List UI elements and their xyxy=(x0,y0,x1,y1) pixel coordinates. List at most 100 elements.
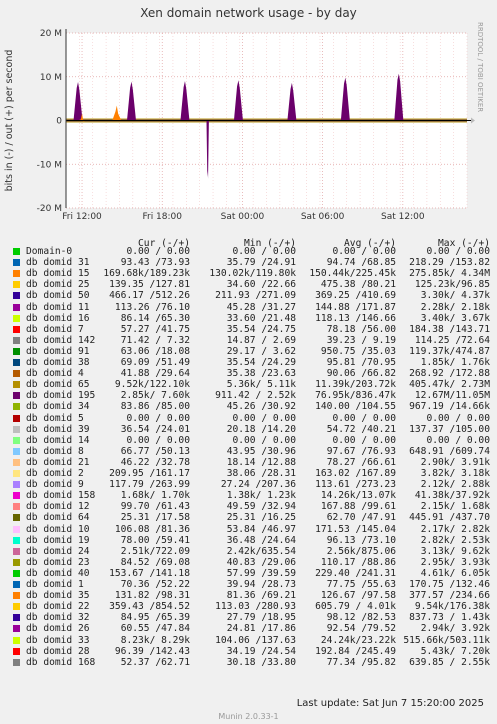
legend-cur: 83.86 /85.00 xyxy=(120,401,190,413)
legend-row: db domid 24 2.51k/722.09 2.42k/635.54 2.56k… xyxy=(0,546,497,557)
legend-row: db domid 5 0.00 / 0.00 0.00 / 0.00 0.00 / 0… xyxy=(0,413,497,424)
legend-avg: 171.53 /145.04 xyxy=(315,523,396,535)
legend-max: 2.12k/ 2.88k xyxy=(420,479,490,491)
legend-min: 29.17 / 3.62 xyxy=(226,345,296,357)
legend-max: 4.61k/ 6.05k xyxy=(420,567,490,579)
legend-row: db domid 65 9.52k/122.10k 5.36k/ 5.11k 11.3… xyxy=(0,379,497,390)
legend-cur: 117.79 /263.99 xyxy=(109,479,190,491)
rrdtool-credit: RRDTOOL / TOBI OETIKER xyxy=(468,20,496,220)
legend-min: 39.94 /28.73 xyxy=(226,579,296,590)
legend-avg: 605.79 / 4.01k xyxy=(315,601,396,613)
legend-row: db domid 195 2.85k/ 7.60k 911.42 / 2.52k 76… xyxy=(0,390,497,401)
legend-min: 20.18 /14.20 xyxy=(226,423,296,435)
legend-min: 27.24 /207.36 xyxy=(220,479,296,491)
legend-avg: 150.44k/225.45k xyxy=(309,268,396,280)
legend-avg: 192.84 /245.49 xyxy=(315,645,396,657)
legend-row: db domid 21 46.22 /32.78 18.14 /12.88 78.27… xyxy=(0,457,497,468)
legend-avg: 167.88 /99.61 xyxy=(320,501,396,513)
legend-min: 0.00 / 0.00 xyxy=(232,246,296,257)
legend-min: 2.42k/635.54 xyxy=(226,545,296,557)
legend-cur: 60.55 /47.84 xyxy=(120,623,190,635)
legend-row: db domid 14 0.00 / 0.00 0.00 / 0.00 0.00 / … xyxy=(0,435,497,446)
legend-cur: 41.88 /29.64 xyxy=(120,368,190,380)
legend-max: 639.85 / 2.55k xyxy=(409,656,490,668)
legend-avg: 62.70 /47.91 xyxy=(326,512,396,524)
legend-min: 45.26 /30.92 xyxy=(226,401,296,413)
legend-row: db domid 15 169.68k/189.23k 130.02k/119.80… xyxy=(0,268,497,279)
y-tick-label: -20 M xyxy=(37,204,62,214)
legend-max: 12.67M/11.05M xyxy=(414,390,490,402)
legend-max: 2.94k/ 3.92k xyxy=(420,623,490,635)
legend-min: 38.06 /28.31 xyxy=(226,468,296,479)
legend-min: 14.87 / 2.69 xyxy=(226,334,296,346)
legend-row: db domid 12 99.70 /61.43 49.59 /32.94 167.8… xyxy=(0,501,497,512)
legend-swatch xyxy=(13,347,20,355)
legend-avg: 14.26k/13.07k xyxy=(320,490,396,502)
legend-cur: 84.52 /69.08 xyxy=(120,556,190,568)
legend-cur: 209.95 /161.17 xyxy=(109,468,190,479)
legend-min: 49.59 /32.94 xyxy=(226,501,296,513)
legend-swatch xyxy=(13,625,20,633)
legend-swatch xyxy=(13,525,20,533)
legend-row: db domid 4 41.88 /29.64 35.38 /23.63 90.06 … xyxy=(0,368,497,379)
legend-max: 405.47k/ 2.73M xyxy=(409,379,490,391)
legend-row: db domid 39 36.54 /24.01 20.18 /14.20 54.72… xyxy=(0,424,497,435)
legend-avg: 0.00 / 0.00 xyxy=(332,434,396,446)
legend-cur: 57.27 /41.75 xyxy=(120,323,190,335)
legend-min: 35.54 /24.29 xyxy=(226,357,296,368)
legend-min: 113.03 /280.93 xyxy=(215,601,296,613)
legend-max: 268.92 /172.88 xyxy=(409,368,490,380)
legend-cur: 71.42 / 7.32 xyxy=(120,334,190,346)
legend-min: 81.36 /69.21 xyxy=(226,590,296,602)
legend-cur: 78.00 /59.41 xyxy=(120,534,190,546)
legend-swatch xyxy=(13,414,20,422)
legend-row: db domid 19 78.00 /59.41 36.48 /24.64 96.13… xyxy=(0,535,497,546)
legend-swatch xyxy=(13,248,20,255)
legend-max: 125.23k/96.85 xyxy=(414,279,490,291)
legend-min: 35.38 /23.63 xyxy=(226,368,296,380)
legend-row: db domid 8 66.77 /50.13 43.95 /30.96 97.67 … xyxy=(0,446,497,457)
legend-max: 0.00 / 0.00 xyxy=(426,434,490,446)
legend-cur: 139.35 /127.81 xyxy=(109,279,190,291)
x-tick-label: Sat 06:00 xyxy=(301,212,345,222)
legend-max: 1.85k/ 1.76k xyxy=(420,357,490,368)
legend-name: Domain-0 xyxy=(26,246,73,257)
legend-cur: 1.68k/ 1.70k xyxy=(120,490,190,502)
y-tick-label: 10 M xyxy=(40,73,62,83)
legend-min: 1.38k/ 1.23k xyxy=(226,490,296,502)
legend-cur: 25.31 /17.58 xyxy=(120,512,190,524)
legend-swatch xyxy=(13,603,20,611)
legend-row: Domain-0 0.00 / 0.00 0.00 / 0.00 0.00 / 0.0… xyxy=(0,246,497,257)
legend-avg: 92.54 /79.52 xyxy=(326,623,396,635)
legend-avg: 475.38 /80.21 xyxy=(320,279,396,291)
legend-avg: 144.88 /171.87 xyxy=(315,301,396,313)
legend-min: 34.60 /22.66 xyxy=(226,279,296,291)
legend-min: 53.84 /46.97 xyxy=(226,523,296,535)
legend-swatch xyxy=(13,314,20,322)
legend-swatch xyxy=(13,581,20,588)
legend-avg: 229.40 /241.31 xyxy=(315,567,396,579)
legend-avg: 77.75 /55.63 xyxy=(326,579,396,590)
legend-cur: 106.08 /81.36 xyxy=(114,523,190,535)
legend-max: 114.25 /72.64 xyxy=(414,334,490,346)
legend-cur: 0.00 / 0.00 xyxy=(126,434,190,446)
legend-avg: 163.02 /167.89 xyxy=(315,468,396,479)
legend-max: 9.54k/176.38k xyxy=(414,601,490,613)
legend-swatch xyxy=(13,614,20,622)
legend-min: 35.54 /24.75 xyxy=(226,323,296,335)
legend-avg: 126.67 /97.58 xyxy=(320,590,396,602)
legend-max: 218.29 /153.82 xyxy=(409,257,490,269)
legend-avg: 11.39k/203.72k xyxy=(315,379,396,391)
legend-cur: 86.14 /65.30 xyxy=(120,312,190,324)
legend-min: 911.42 / 2.52k xyxy=(215,390,296,402)
legend-max: 837.73 / 1.43k xyxy=(409,612,490,624)
legend-row: db domid 34 83.86 /85.00 45.26 /30.92 140.0… xyxy=(0,401,497,412)
legend-max: 3.30k/ 4.37k xyxy=(420,290,490,302)
legend-swatch xyxy=(13,359,20,366)
chart-area: Fri 12:00 Fri 18:00 Sat 00:00 Sat 06:00 Sat … xyxy=(4,29,475,222)
legend-row: db domid 158 1.68k/ 1.70k 1.38k/ 1.23k 14.2… xyxy=(0,490,497,501)
legend-swatch xyxy=(13,592,20,600)
legend-swatch xyxy=(13,425,20,433)
x-tick-label: Fri 12:00 xyxy=(62,212,102,222)
legend-cur: 70.36 /52.22 xyxy=(120,579,190,590)
